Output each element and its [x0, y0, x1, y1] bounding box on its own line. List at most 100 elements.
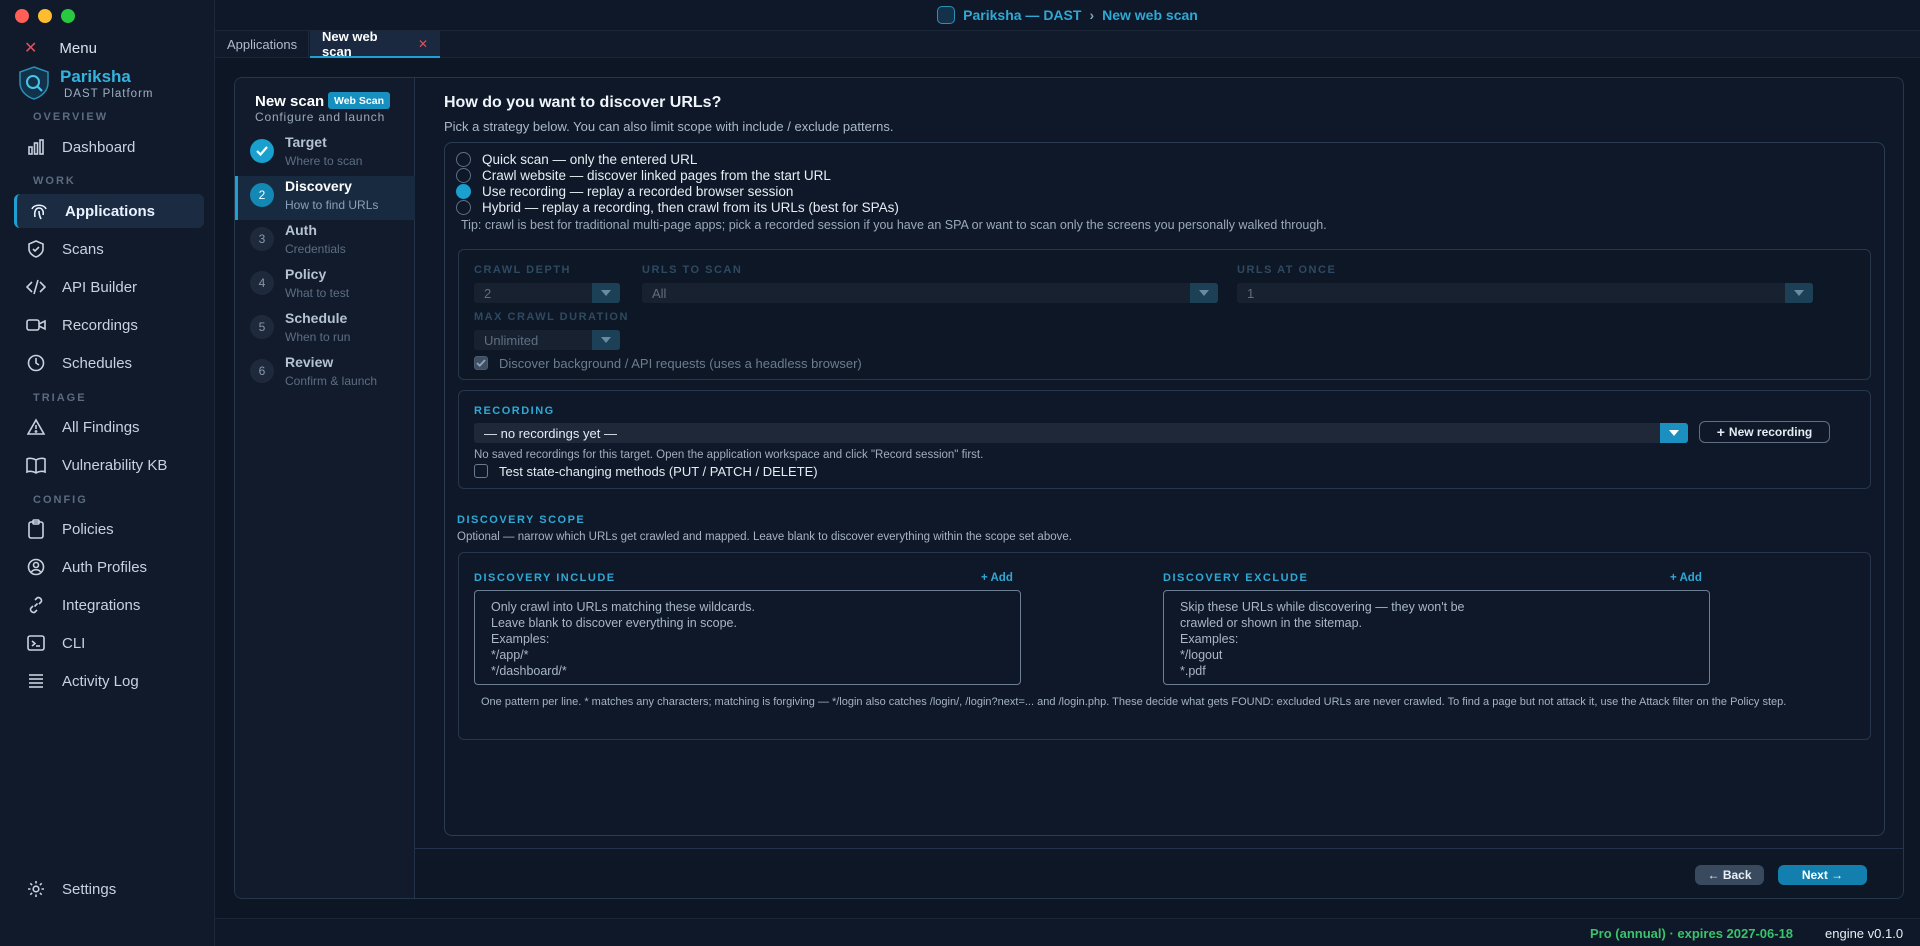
step-subtitle: What to test [285, 286, 350, 300]
sidebar-item-applications[interactable]: Applications [14, 194, 204, 228]
wizard-steps: New scan Web Scan Configure and launch T… [235, 78, 415, 898]
sidebar-item-auth-profiles[interactable]: Auth Profiles [14, 550, 204, 584]
state-changing-checkbox[interactable] [474, 464, 488, 478]
step-policy[interactable]: 4 Policy What to test [235, 264, 415, 308]
sidebar-item-scans[interactable]: Scans [14, 232, 204, 266]
wizard-subtitle: Configure and launch [255, 110, 386, 124]
step-schedule[interactable]: 5 Schedule When to run [235, 308, 415, 352]
section-config: CONFIG [33, 494, 88, 506]
step-title: Policy [285, 266, 327, 282]
sidebar-item-label: Vulnerability KB [62, 456, 168, 474]
crawl-depth-select[interactable]: 2 [474, 283, 620, 303]
menu-toggle[interactable]: ✕ Menu [24, 38, 97, 58]
step-number: 6 [250, 359, 274, 383]
step-target[interactable]: Target Where to scan [235, 132, 415, 176]
recording-hint: No saved recordings for this target. Ope… [474, 449, 984, 461]
plus-icon: + [1716, 424, 1725, 440]
radio-button[interactable] [456, 152, 471, 167]
step-subtitle: Confirm & launch [285, 374, 378, 388]
select-value: All [652, 285, 667, 301]
step-subtitle: Where to scan [285, 154, 363, 168]
discovery-exclude-textarea[interactable]: Skip these URLs while discovering — they… [1163, 590, 1710, 685]
sidebar-item-label: Integrations [62, 596, 141, 614]
sidebar-item-api-builder[interactable]: API Builder [14, 270, 204, 304]
discovery-scope-heading: DISCOVERY SCOPE [457, 514, 586, 526]
chevron-down-icon [1785, 283, 1813, 303]
discovery-exclude-label: DISCOVERY EXCLUDE [1163, 572, 1309, 584]
next-button[interactable]: Next → [1778, 865, 1867, 885]
button-label: New recording [1728, 425, 1813, 439]
sidebar-item-label: Applications [65, 202, 156, 220]
new-recording-button[interactable]: + New recording [1699, 421, 1830, 443]
option-quick-scan[interactable]: Quick scan — only the entered URL [456, 152, 697, 167]
step-title: Discovery [285, 178, 352, 194]
select-value: — no recordings yet — [484, 425, 617, 441]
step-auth[interactable]: 3 Auth Credentials [235, 220, 415, 264]
user-circle-icon [26, 557, 46, 577]
exclude-add-button[interactable]: + Add [1670, 572, 1702, 584]
step-review[interactable]: 6 Review Confirm & launch [235, 352, 415, 396]
sidebar-item-dashboard[interactable]: Dashboard [14, 130, 204, 164]
scan-type-badge: Web Scan [328, 92, 390, 109]
window-page-title: New web scan [1102, 7, 1198, 23]
sidebar-item-all-findings[interactable]: All Findings [14, 410, 204, 444]
book-icon [26, 455, 46, 475]
sidebar-item-label: All Findings [62, 418, 140, 436]
crawl-settings-panel: CRAWL DEPTH 2 URLS TO SCAN All URLS AT O… [458, 249, 1871, 380]
step-number: 3 [250, 227, 274, 251]
back-button[interactable]: ← Back [1695, 865, 1764, 885]
discovery-step-content: How do you want to discover URLs? Pick a… [415, 78, 1903, 848]
discovery-include-textarea[interactable]: Only crawl into URLs matching these wild… [474, 590, 1021, 685]
page-title: How do you want to discover URLs? [444, 94, 722, 111]
wizard-footer: ← Back Next → [415, 848, 1903, 898]
sidebar-item-policies[interactable]: Policies [14, 512, 204, 546]
window-close-button[interactable] [15, 9, 29, 23]
option-hybrid[interactable]: Hybrid — replay a recording, then crawl … [456, 200, 899, 215]
background-requests-checkbox[interactable] [474, 356, 488, 370]
urls-at-once-select[interactable]: 1 [1237, 283, 1813, 303]
sidebar: ✕ Menu Pariksha DAST Platform OVERVIEW W… [0, 0, 215, 946]
engine-version: engine v0.1.0 [1825, 926, 1904, 941]
sidebar-item-vulnerability-kb[interactable]: Vulnerability KB [14, 448, 204, 482]
window-zoom-button[interactable] [61, 9, 75, 23]
section-overview: OVERVIEW [33, 111, 109, 123]
step-number: 2 [250, 183, 274, 207]
window-title: Pariksha — DAST [963, 7, 1082, 23]
tab-applications[interactable]: Applications [215, 31, 309, 58]
max-crawl-duration-select[interactable]: Unlimited [474, 330, 620, 350]
step-title: Review [285, 354, 334, 370]
recording-label: RECORDING [474, 405, 555, 417]
step-number: 4 [250, 271, 274, 295]
strategy-tip: Tip: crawl is best for traditional multi… [461, 218, 1327, 232]
sidebar-item-label: Dashboard [62, 138, 136, 156]
chevron-down-icon [1660, 423, 1688, 443]
tab-new-web-scan[interactable]: New web scan ✕ [310, 29, 440, 59]
shield-icon [26, 239, 46, 259]
option-crawl-website[interactable]: Crawl website — discover linked pages fr… [456, 168, 831, 183]
state-changing-label: Test state-changing methods (PUT / PATCH… [499, 464, 818, 479]
sidebar-item-integrations[interactable]: Integrations [14, 588, 204, 622]
sidebar-item-activity-log[interactable]: Activity Log [14, 664, 204, 698]
sidebar-item-recordings[interactable]: Recordings [14, 308, 204, 342]
include-add-button[interactable]: + Add [981, 572, 1013, 584]
recording-select[interactable]: — no recordings yet — [474, 423, 1688, 443]
step-subtitle: When to run [285, 330, 351, 344]
select-value: 1 [1247, 285, 1255, 301]
radio-button-selected[interactable] [456, 184, 471, 199]
sidebar-item-schedules[interactable]: Schedules [14, 346, 204, 380]
chevron-down-icon [592, 283, 620, 303]
window-minimize-button[interactable] [38, 9, 52, 23]
chevron-down-icon [592, 330, 620, 350]
option-use-recording[interactable]: Use recording — replay a recorded browse… [456, 184, 793, 199]
list-icon [26, 671, 46, 691]
sidebar-item-settings[interactable]: Settings [14, 872, 204, 906]
radio-button[interactable] [456, 200, 471, 215]
brand-logo-icon [18, 66, 50, 100]
urls-to-scan-select[interactable]: All [642, 283, 1218, 303]
step-discovery[interactable]: 2 Discovery How to find URLs [235, 176, 415, 220]
radio-button[interactable] [456, 168, 471, 183]
sidebar-item-cli[interactable]: CLI [14, 626, 204, 660]
tab-close-icon[interactable]: ✕ [418, 37, 428, 51]
tab-bar: Applications New web scan ✕ [215, 29, 1920, 59]
bar-chart-icon [26, 137, 46, 157]
